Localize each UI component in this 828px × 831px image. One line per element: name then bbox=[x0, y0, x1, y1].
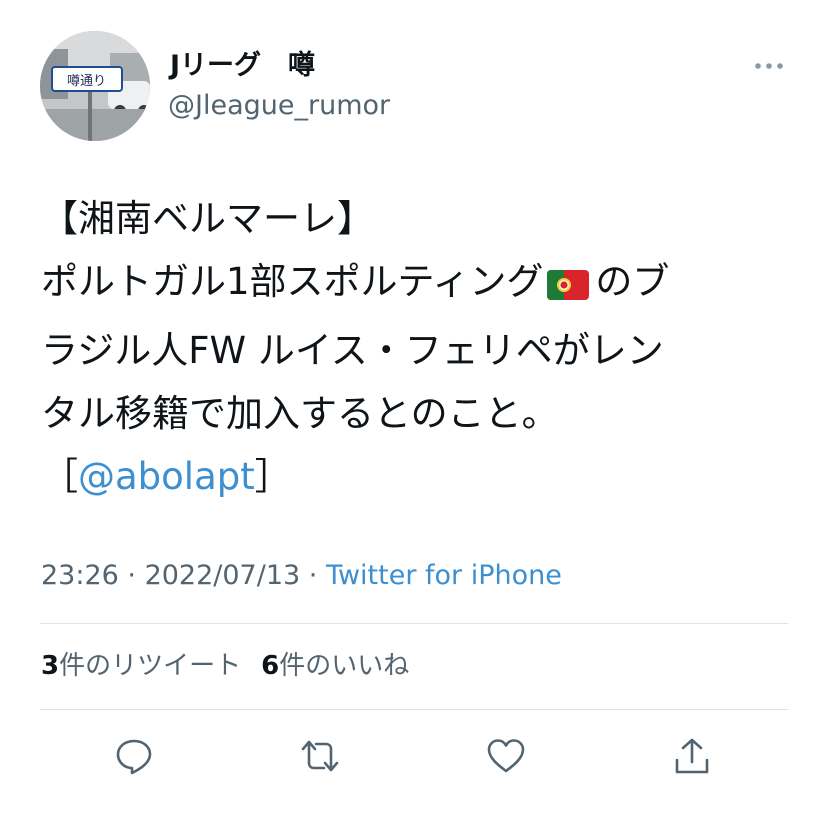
tweet-line-3: ラジル人FW ルイス・フェリペがレン bbox=[41, 329, 664, 372]
more-options-button[interactable] bbox=[752, 54, 788, 78]
meta-separator-2: · bbox=[300, 560, 326, 591]
tweet-meta: 23:26 · 2022/07/13 · Twitter for iPhone bbox=[41, 558, 562, 594]
tweet-date[interactable]: 2022/07/13 bbox=[145, 560, 301, 591]
avatar-photo: 噂通り bbox=[40, 31, 150, 141]
user-handle[interactable]: @Jleague_rumor bbox=[168, 88, 390, 124]
bracket-close: ］ bbox=[254, 455, 292, 498]
display-name[interactable]: Jリーグ 噂 bbox=[170, 49, 315, 83]
likes-count: 6 bbox=[261, 651, 280, 681]
tweet-source-link[interactable]: Twitter for iPhone bbox=[326, 560, 562, 591]
likes-stat[interactable]: 6件のいいね bbox=[261, 649, 409, 683]
like-icon bbox=[487, 739, 525, 773]
tweet-line-4: タル移籍で加入するとのこと。 bbox=[41, 392, 559, 435]
reply-button[interactable] bbox=[114, 736, 154, 776]
divider-top bbox=[40, 623, 788, 624]
likes-label: 件のいいね bbox=[279, 651, 410, 681]
retweets-count: 3 bbox=[41, 651, 60, 681]
portugal-flag-icon bbox=[547, 256, 590, 319]
retweet-button[interactable] bbox=[300, 736, 340, 776]
tweet-line-2-text: ポルトガル1部スポルティング bbox=[41, 260, 544, 303]
tweet-line-5: ［@abolapt］ bbox=[41, 445, 786, 508]
retweets-label: 件のリツイート bbox=[59, 651, 242, 681]
more-dots-icon bbox=[755, 63, 783, 69]
share-button[interactable] bbox=[672, 736, 712, 776]
reply-icon bbox=[116, 739, 152, 775]
retweet-icon bbox=[301, 740, 339, 772]
tweet-text: 【湘南ベルマーレ】 ポルトガル1部スポルティング のブ ラジル人FW ルイス・フェ… bbox=[41, 187, 786, 508]
tweet-line-1: 【湘南ベルマーレ】 bbox=[41, 197, 374, 240]
meta-separator-1: · bbox=[118, 560, 145, 591]
like-button[interactable] bbox=[486, 736, 526, 776]
tweet-stats: 3件のリツイート 6件のいいね bbox=[41, 649, 409, 683]
divider-bottom bbox=[40, 709, 788, 710]
mention-link[interactable]: @abolapt bbox=[78, 455, 255, 498]
tweet-line-2: ポルトガル1部スポルティング のブ bbox=[41, 250, 786, 319]
tweet-line-2-tail: のブ bbox=[595, 260, 670, 303]
share-icon bbox=[675, 738, 709, 774]
tweet-time[interactable]: 23:26 bbox=[41, 560, 119, 591]
retweets-stat[interactable]: 3件のリツイート bbox=[41, 649, 241, 683]
bracket-open: ［ bbox=[41, 455, 78, 498]
avatar-sign-text: 噂通り bbox=[67, 74, 106, 89]
avatar[interactable]: 噂通り bbox=[40, 31, 150, 141]
